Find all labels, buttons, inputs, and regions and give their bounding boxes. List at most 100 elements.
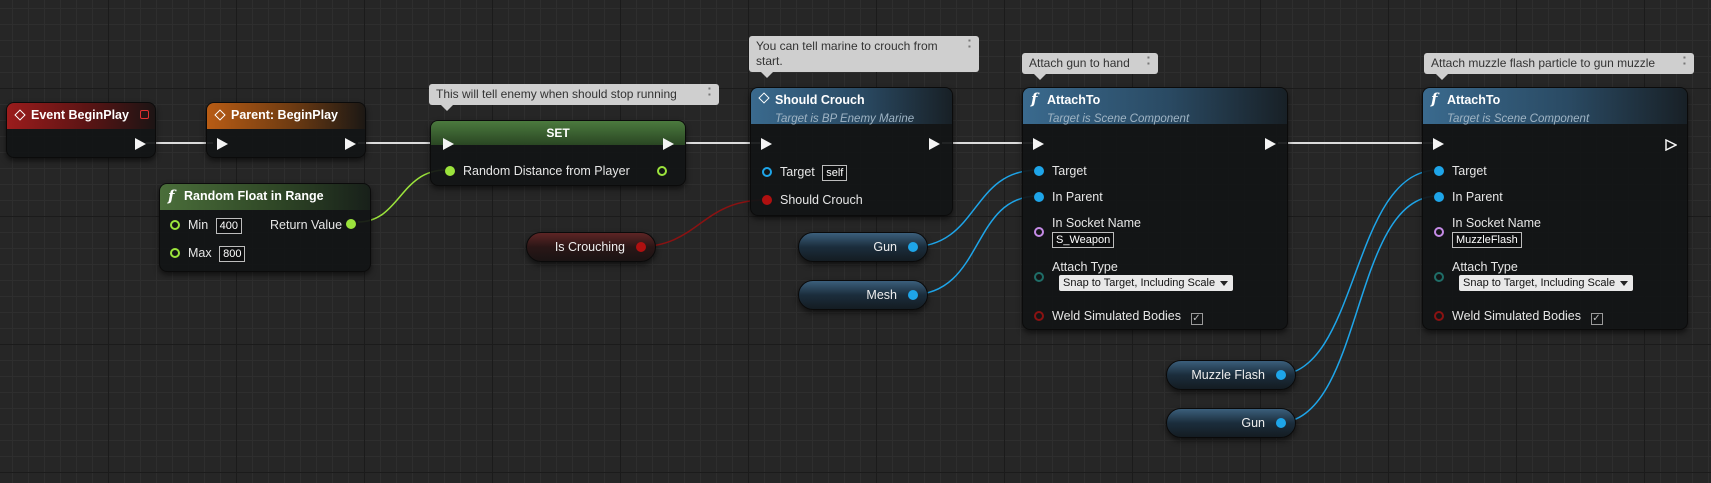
attach-type-label: Attach Type <box>1452 260 1518 274</box>
should-crouch-label: Should Crouch <box>780 193 863 207</box>
min-label: Min <box>188 218 209 232</box>
pin-icon: ▪ ▪ <box>1683 53 1686 68</box>
function-icon: f <box>1431 90 1438 108</box>
object-out-pin[interactable] <box>1276 418 1286 428</box>
node-title: SET <box>546 126 570 140</box>
node-set[interactable]: SET Random Distance from Player <box>430 120 686 186</box>
pin-icon: ▪ ▪ <box>708 84 711 99</box>
node-title: Parent: BeginPlay <box>231 108 338 122</box>
exec-in-pin[interactable] <box>217 138 228 150</box>
comment-set: This will tell enemy when should stop ru… <box>429 84 719 111</box>
weld-pin[interactable] <box>1434 311 1444 321</box>
target-label: Target <box>780 165 815 179</box>
in-parent-pin[interactable] <box>1034 192 1044 202</box>
node-header: SET <box>431 121 685 145</box>
socket-name-row: MuzzleFlash <box>1448 231 1522 248</box>
var-gun-1[interactable]: Gun <box>798 232 928 262</box>
comment-attach1: Attach gun to hand ▪ ▪ <box>1022 53 1158 80</box>
node-should-crouch[interactable]: Should Crouch Target is BP Enemy Marine … <box>750 87 953 216</box>
max-label: Max <box>188 246 212 260</box>
exec-out-pin[interactable] <box>345 138 356 150</box>
min-pin[interactable] <box>170 220 180 230</box>
node-event-begin-play[interactable]: Event BeginPlay <box>6 102 156 158</box>
socket-name-pin[interactable] <box>1434 227 1444 237</box>
var-label: Is Crouching <box>554 240 625 254</box>
min-row: Min 400 <box>188 217 242 234</box>
target-label: Target <box>1052 164 1087 178</box>
event-icon <box>214 109 226 121</box>
target-row: Target self <box>780 164 848 181</box>
node-random-float-in-range[interactable]: f Random Float in Range Min 400 Max 800 … <box>159 183 371 272</box>
attach-type-dropdown[interactable]: Snap to Target, Including Scale <box>1459 275 1634 291</box>
target-pin[interactable] <box>762 167 772 177</box>
weld-label: Weld Simulated Bodies <box>1052 309 1182 323</box>
node-header: f AttachTo Target is Scene Component <box>1023 88 1287 125</box>
socket-name-input[interactable]: MuzzleFlash <box>1452 232 1522 248</box>
weld-pin[interactable] <box>1034 311 1044 321</box>
node-attach-to-1[interactable]: f AttachTo Target is Scene Component Tar… <box>1022 87 1288 330</box>
comment-crouch-text: You can tell marine to crouch from start… <box>756 39 938 68</box>
var-label: Gun <box>873 240 897 254</box>
node-header: Should Crouch Target is BP Enemy Marine <box>751 88 952 125</box>
float-in-pin[interactable] <box>445 166 455 176</box>
target-pin[interactable] <box>1034 166 1044 176</box>
weld-checkbox[interactable]: ✓ <box>1590 313 1603 325</box>
weld-label: Weld Simulated Bodies <box>1452 309 1582 323</box>
node-title: Random Float in Range <box>184 189 324 203</box>
exec-in-pin[interactable] <box>1033 138 1044 150</box>
max-value-input[interactable]: 800 <box>219 246 246 262</box>
delegate-pin-icon[interactable] <box>140 110 149 119</box>
in-parent-pin[interactable] <box>1434 192 1444 202</box>
pin-icon: ▪ ▪ <box>1147 53 1150 68</box>
should-crouch-pin[interactable] <box>762 195 772 205</box>
exec-in-pin[interactable] <box>443 138 454 150</box>
exec-out-pin[interactable] <box>663 138 674 150</box>
object-out-pin[interactable] <box>1276 370 1286 380</box>
node-attach-to-2[interactable]: f AttachTo Target is Scene Component Tar… <box>1422 87 1688 330</box>
attach-type-dropdown[interactable]: Snap to Target, Including Scale <box>1059 275 1234 291</box>
node-title: AttachTo <box>1447 93 1501 107</box>
weld-checkbox[interactable]: ✓ <box>1190 313 1203 325</box>
var-muzzle-flash[interactable]: Muzzle Flash <box>1166 360 1296 390</box>
socket-name-pin[interactable] <box>1034 227 1044 237</box>
var-is-crouching[interactable]: Is Crouching <box>526 232 656 262</box>
attach-type-pin[interactable] <box>1434 272 1444 282</box>
node-parent-begin-play[interactable]: Parent: BeginPlay <box>206 102 366 158</box>
object-out-pin[interactable] <box>908 242 918 252</box>
socket-name-row: S_Weapon <box>1048 231 1115 248</box>
attach-type-label: Attach Type <box>1052 260 1118 274</box>
object-out-pin[interactable] <box>908 290 918 300</box>
var-gun-2[interactable]: Gun <box>1166 408 1296 438</box>
exec-out-pin[interactable] <box>929 138 940 150</box>
exec-out-pin[interactable] <box>135 138 146 150</box>
comment-crouch: You can tell marine to crouch from start… <box>749 36 979 78</box>
comment-attach2: Attach muzzle flash particle to gun muzz… <box>1424 53 1694 80</box>
variable-set-icon <box>758 92 770 104</box>
max-pin[interactable] <box>170 248 180 258</box>
exec-in-pin[interactable] <box>761 138 772 150</box>
set-pin-label: Random Distance from Player <box>463 164 630 178</box>
min-value-input[interactable]: 400 <box>215 218 242 234</box>
attach-type-pin[interactable] <box>1034 272 1044 282</box>
node-title: AttachTo <box>1047 93 1101 107</box>
var-mesh[interactable]: Mesh <box>798 280 928 310</box>
node-title: Should Crouch <box>775 93 865 107</box>
float-out-pin[interactable] <box>657 166 667 176</box>
function-icon: f <box>1031 90 1038 108</box>
exec-out-pin[interactable] <box>1665 138 1678 152</box>
var-label: Muzzle Flash <box>1191 368 1265 382</box>
pin-icon: ▪ ▪ <box>968 36 971 51</box>
node-subtitle: Target is BP Enemy Marine <box>775 113 915 125</box>
bool-out-pin[interactable] <box>636 242 646 252</box>
function-icon: f <box>168 187 175 205</box>
target-value: self <box>822 165 848 181</box>
return-value-pin[interactable] <box>346 219 356 229</box>
exec-out-pin[interactable] <box>1265 138 1276 150</box>
max-row: Max 800 <box>188 245 246 262</box>
comment-attach2-text: Attach muzzle flash particle to gun muzz… <box>1431 56 1656 70</box>
node-header: f AttachTo Target is Scene Component <box>1423 88 1687 125</box>
target-pin[interactable] <box>1434 166 1444 176</box>
socket-name-input[interactable]: S_Weapon <box>1052 232 1115 248</box>
exec-in-pin[interactable] <box>1433 138 1444 150</box>
comment-set-text: This will tell enemy when should stop ru… <box>436 87 677 101</box>
